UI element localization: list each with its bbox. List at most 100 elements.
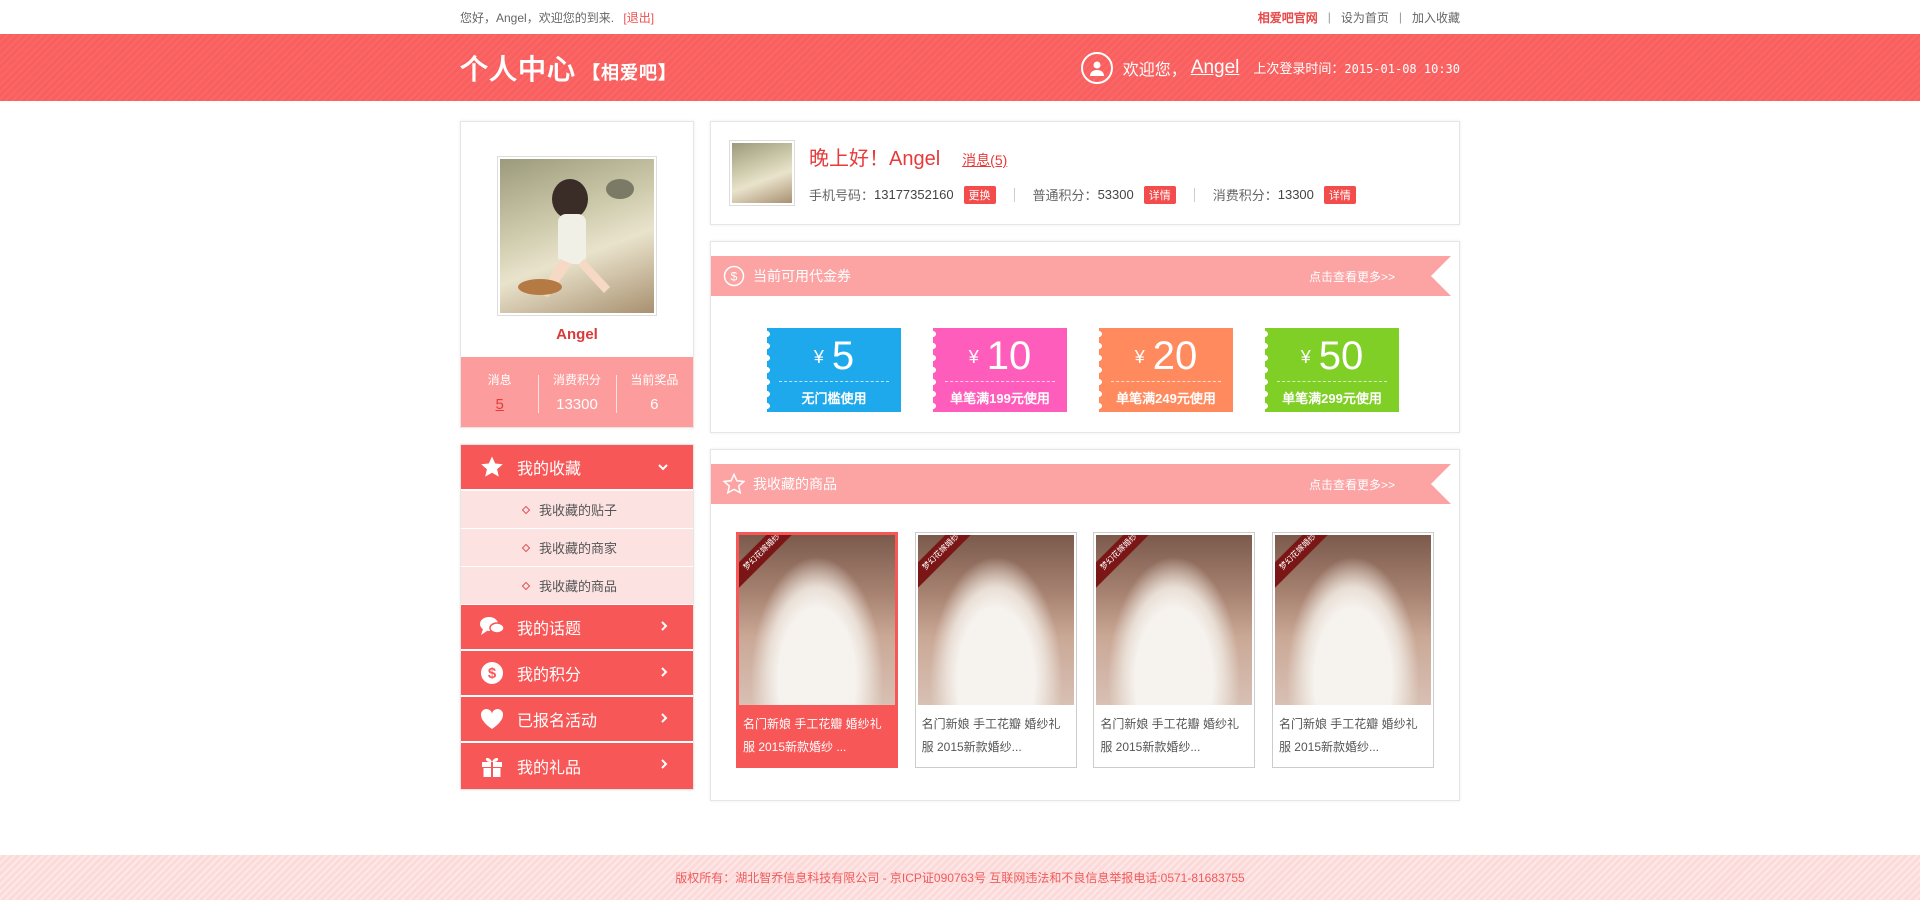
product-title: 名门新娘 手工花瓣 婚纱礼服 2015新款婚纱... (921, 717, 1061, 754)
currency-symbol: ¥ (813, 347, 824, 367)
divider: | (1398, 10, 1402, 24)
last-login: 上次登录时间：2015-01-08 10:30 (1253, 58, 1460, 77)
last-login-time: 2015-01-08 10:30 (1344, 62, 1460, 76)
gift-icon (479, 753, 505, 779)
dashed-divider (1277, 381, 1387, 382)
chat-bubbles-icon (479, 614, 505, 640)
header-user-info: 欢迎您， Angel 上次登录时间：2015-01-08 10:30 (1080, 51, 1460, 84)
top-links: 相爱吧官网 | 设为首页 | 加入收藏 (1258, 9, 1460, 26)
set-home-link[interactable]: 设为首页 (1341, 9, 1389, 26)
coupons-title: 当前可用代金券 (753, 268, 851, 284)
chevron-right-icon (659, 619, 669, 637)
chevron-right-icon (659, 665, 669, 683)
coupons-header: $ 当前可用代金券 点击查看更多>> (711, 256, 1451, 296)
official-site-link[interactable]: 相爱吧官网 (1258, 9, 1318, 26)
dollar-coin-icon: $ (723, 265, 745, 287)
messages-link[interactable]: 消息(5) (962, 150, 1007, 170)
greet-row: 晚上好！Angel 消息(5) (809, 142, 1356, 171)
change-phone-button[interactable]: 更换 (963, 185, 996, 204)
consume-points-detail-button[interactable]: 详情 (1323, 185, 1356, 204)
normal-points-label: 普通积分： (1032, 188, 1098, 203)
coupon[interactable]: ¥20 单笔满249元使用 (1099, 328, 1233, 412)
dollar-coin-icon: $ (479, 660, 505, 686)
product-card[interactable]: 梦幻花嫁婚纱 名门新娘 手工花瓣 婚纱礼服 2015新款婚纱... (914, 532, 1077, 768)
header-username[interactable]: Angel (1191, 57, 1240, 79)
avatar-image (732, 143, 792, 203)
product-title: 名门新娘 手工花瓣 婚纱礼服 2015新款婚纱... (1100, 717, 1239, 754)
coupon-amount: ¥20 (1099, 332, 1233, 381)
svg-text:$: $ (731, 270, 738, 284)
stat-label: 当前奖品 (630, 373, 679, 387)
normal-points-detail-button[interactable]: 详情 (1143, 185, 1176, 204)
product-card[interactable]: 梦幻花嫁婚纱 名门新娘 手工花瓣 婚纱礼服 2015新款婚纱 ... (736, 532, 898, 768)
svg-text:$: $ (488, 665, 497, 682)
divider (1193, 187, 1195, 202)
footer-copyright: 版权所有：湖北智乔信息科技有限公司 - 京ICP证090763号 互联网违法和不… (675, 871, 1245, 885)
star-icon (479, 454, 505, 480)
info-row: 手机号码： 13177352160 更换 普通积分： 53300 详情 消费积分… (809, 185, 1356, 204)
greeting-text: 晚上好！Angel (809, 148, 941, 170)
menu-item-topics[interactable]: 我的话题 (461, 605, 693, 651)
coupon-amount: ¥10 (933, 332, 1067, 381)
menu-item-events[interactable]: 已报名活动 (461, 697, 693, 743)
top-greeting-area: 您好，Angel，欢迎您的到来. [退出] (460, 9, 654, 26)
coupon[interactable]: ¥5 无门槛使用 (767, 328, 901, 412)
diamond-bullet-icon (521, 581, 531, 590)
sidebar-item-favorite-goods[interactable]: 我收藏的商品 (461, 567, 693, 605)
sidebar-menu: 我的收藏 我收藏的贴子 我收藏的商家 我收藏的商品 我的话题 $ 我的积分 已报… (460, 444, 694, 790)
dashed-divider (945, 381, 1055, 382)
logout-link[interactable]: [退出] (623, 11, 654, 25)
right-content: 晚上好！Angel 消息(5) 手机号码： 13177352160 更换 普通积… (710, 121, 1460, 801)
coupons-more-link[interactable]: 点击查看更多>> (1309, 268, 1395, 285)
submenu-label: 我收藏的贴子 (539, 503, 618, 518)
product-image: 梦幻花嫁婚纱 (1096, 535, 1253, 705)
avatar-image (500, 159, 654, 313)
menu-item-points[interactable]: $ 我的积分 (461, 651, 693, 697)
hello-card: 晚上好！Angel 消息(5) 手机号码： 13177352160 更换 普通积… (710, 121, 1460, 225)
submenu-label: 我收藏的商家 (539, 541, 618, 556)
small-avatar[interactable] (729, 140, 795, 206)
product-title: 名门新娘 手工花瓣 婚纱礼服 2015新款婚纱 ... (743, 717, 882, 754)
stat-value: 13300 (556, 396, 598, 413)
sidebar-item-favorite-merchants[interactable]: 我收藏的商家 (461, 529, 693, 567)
stat-messages[interactable]: 消息 5 (461, 371, 538, 413)
product-title: 名门新娘 手工花瓣 婚纱礼服 2015新款婚纱... (1278, 717, 1418, 754)
coupon-condition: 单笔满249元使用 (1116, 391, 1216, 406)
menu-item-favorites[interactable]: 我的收藏 (461, 445, 693, 491)
product-badge: 梦幻花嫁婚纱 (1096, 535, 1158, 591)
menu-label: 我的话题 (517, 621, 582, 638)
avatar[interactable] (497, 156, 657, 316)
sidebar-item-favorite-posts[interactable]: 我收藏的贴子 (461, 491, 693, 529)
add-favorite-link[interactable]: 加入收藏 (1412, 9, 1460, 26)
menu-label: 我的积分 (517, 667, 582, 684)
menu-label: 我的礼品 (517, 760, 582, 777)
menu-label: 我的收藏 (517, 461, 582, 478)
product-card[interactable]: 梦幻花嫁婚纱 名门新娘 手工花瓣 婚纱礼服 2015新款婚纱... (1093, 532, 1256, 768)
profile-card: Angel 消息 5 消费积分 13300 当前奖品 6 (460, 121, 694, 428)
diamond-bullet-icon (521, 505, 531, 514)
product-image: 梦幻花嫁婚纱 (1274, 535, 1431, 705)
coupon[interactable]: ¥10 单笔满199元使用 (933, 328, 1067, 412)
goods-more-link[interactable]: 点击查看更多>> (1309, 476, 1395, 493)
coupon-condition: 单笔满299元使用 (1282, 391, 1382, 406)
goods-section: 我收藏的商品 点击查看更多>> 梦幻花嫁婚纱 名门新娘 手工花瓣 婚纱礼服 20… (710, 449, 1460, 801)
stat-value[interactable]: 5 (461, 396, 538, 413)
product-image: 梦幻花嫁婚纱 (739, 535, 895, 705)
page-title-sub: 【相爱吧】 (582, 62, 678, 83)
divider: | (1327, 10, 1331, 24)
goods-list: 梦幻花嫁婚纱 名门新娘 手工花瓣 婚纱礼服 2015新款婚纱 ... 梦幻花嫁婚… (711, 504, 1459, 784)
normal-points-value: 53300 (1097, 187, 1134, 202)
stat-value: 6 (650, 396, 659, 413)
menu-label: 已报名活动 (517, 713, 598, 730)
avatar-box: Angel (461, 122, 693, 357)
product-card[interactable]: 梦幻花嫁婚纱 名门新娘 手工花瓣 婚纱礼服 2015新款婚纱... (1271, 532, 1434, 768)
phone-value: 13177352160 (874, 187, 954, 202)
coupon-amount: ¥50 (1265, 332, 1399, 381)
hello-info: 晚上好！Angel 消息(5) 手机号码： 13177352160 更换 普通积… (809, 142, 1356, 204)
coupon[interactable]: ¥50 单笔满299元使用 (1265, 328, 1399, 412)
menu-item-gifts[interactable]: 我的礼品 (461, 743, 693, 789)
profile-name: Angel (556, 326, 598, 343)
coupon-amount: ¥5 (767, 332, 901, 381)
left-sidebar: Angel 消息 5 消费积分 13300 当前奖品 6 我的收藏 我收藏的贴子… (460, 121, 694, 801)
header: 个人中心 【相爱吧】 欢迎您， Angel 上次登录时间：2015-01-08 1… (0, 34, 1920, 101)
